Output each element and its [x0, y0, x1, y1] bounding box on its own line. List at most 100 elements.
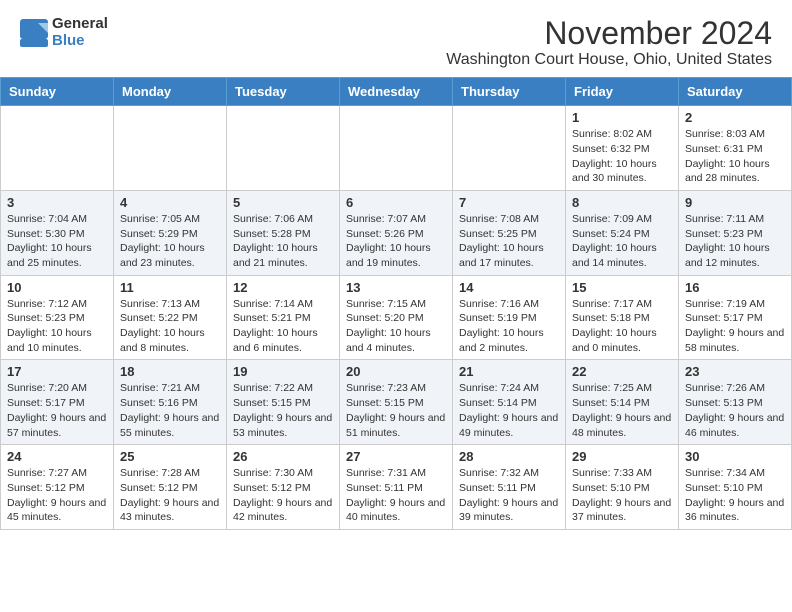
calendar-cell: [227, 106, 340, 191]
calendar-week-row: 17 Sunrise: 7:20 AM Sunset: 5:17 PM Dayli…: [1, 360, 792, 445]
day-number: 26: [233, 449, 333, 464]
day-info: Sunrise: 8:03 AM Sunset: 6:31 PM Dayligh…: [685, 127, 785, 186]
day-info: Sunrise: 7:33 AM Sunset: 5:10 PM Dayligh…: [572, 466, 672, 525]
day-number: 25: [120, 449, 220, 464]
day-info: Sunrise: 7:31 AM Sunset: 5:11 PM Dayligh…: [346, 466, 446, 525]
day-info: Sunrise: 7:21 AM Sunset: 5:16 PM Dayligh…: [120, 381, 220, 440]
title-block: November 2024 Washington Court House, Oh…: [446, 16, 772, 69]
day-info: Sunrise: 7:26 AM Sunset: 5:13 PM Dayligh…: [685, 381, 785, 440]
weekday-header: Thursday: [453, 78, 566, 106]
day-number: 20: [346, 364, 446, 379]
calendar-cell: 22 Sunrise: 7:25 AM Sunset: 5:14 PM Dayli…: [566, 360, 679, 445]
day-number: 27: [346, 449, 446, 464]
day-info: Sunrise: 7:19 AM Sunset: 5:17 PM Dayligh…: [685, 297, 785, 356]
logo-blue: Blue: [52, 33, 108, 50]
calendar-week-row: 24 Sunrise: 7:27 AM Sunset: 5:12 PM Dayli…: [1, 445, 792, 530]
day-number: 7: [459, 195, 559, 210]
day-number: 19: [233, 364, 333, 379]
day-info: Sunrise: 7:32 AM Sunset: 5:11 PM Dayligh…: [459, 466, 559, 525]
calendar-cell: 24 Sunrise: 7:27 AM Sunset: 5:12 PM Dayli…: [1, 445, 114, 530]
calendar-cell: 7 Sunrise: 7:08 AM Sunset: 5:25 PM Daylig…: [453, 190, 566, 275]
day-number: 24: [7, 449, 107, 464]
calendar-cell: 17 Sunrise: 7:20 AM Sunset: 5:17 PM Dayli…: [1, 360, 114, 445]
calendar-week-row: 1 Sunrise: 8:02 AM Sunset: 6:32 PM Daylig…: [1, 106, 792, 191]
day-info: Sunrise: 7:20 AM Sunset: 5:17 PM Dayligh…: [7, 381, 107, 440]
calendar-cell: 15 Sunrise: 7:17 AM Sunset: 5:18 PM Dayli…: [566, 275, 679, 360]
day-info: Sunrise: 7:05 AM Sunset: 5:29 PM Dayligh…: [120, 212, 220, 271]
logo-icon: [20, 19, 48, 47]
calendar-cell: 14 Sunrise: 7:16 AM Sunset: 5:19 PM Dayli…: [453, 275, 566, 360]
day-info: Sunrise: 7:30 AM Sunset: 5:12 PM Dayligh…: [233, 466, 333, 525]
month-title: November 2024: [446, 16, 772, 51]
calendar-cell: 9 Sunrise: 7:11 AM Sunset: 5:23 PM Daylig…: [679, 190, 792, 275]
day-info: Sunrise: 7:07 AM Sunset: 5:26 PM Dayligh…: [346, 212, 446, 271]
calendar-week-row: 10Sunrise: 7:12 AM Sunset: 5:23 PM Dayli…: [1, 275, 792, 360]
calendar-cell: 3Sunrise: 7:04 AM Sunset: 5:30 PM Daylig…: [1, 190, 114, 275]
day-number: 8: [572, 195, 672, 210]
weekday-header: Wednesday: [340, 78, 453, 106]
day-number: 29: [572, 449, 672, 464]
day-number: 14: [459, 280, 559, 295]
day-info: Sunrise: 7:14 AM Sunset: 5:21 PM Dayligh…: [233, 297, 333, 356]
location-subtitle: Washington Court House, Ohio, United Sta…: [446, 51, 772, 69]
day-number: 22: [572, 364, 672, 379]
day-info: Sunrise: 7:27 AM Sunset: 5:12 PM Dayligh…: [7, 466, 107, 525]
calendar-cell: 11 Sunrise: 7:13 AM Sunset: 5:22 PM Dayli…: [114, 275, 227, 360]
day-info: Sunrise: 7:22 AM Sunset: 5:15 PM Dayligh…: [233, 381, 333, 440]
day-number: 5: [233, 195, 333, 210]
calendar-cell: 27 Sunrise: 7:31 AM Sunset: 5:11 PM Dayli…: [340, 445, 453, 530]
calendar-cell: [340, 106, 453, 191]
day-info: Sunrise: 7:25 AM Sunset: 5:14 PM Dayligh…: [572, 381, 672, 440]
day-number: 30: [685, 449, 785, 464]
calendar-cell: 20Sunrise: 7:23 AM Sunset: 5:15 PM Dayli…: [340, 360, 453, 445]
calendar-cell: 26 Sunrise: 7:30 AM Sunset: 5:12 PM Dayli…: [227, 445, 340, 530]
day-info: Sunrise: 7:17 AM Sunset: 5:18 PM Dayligh…: [572, 297, 672, 356]
calendar-cell: 8Sunrise: 7:09 AM Sunset: 5:24 PM Daylig…: [566, 190, 679, 275]
day-number: 9: [685, 195, 785, 210]
calendar-cell: 1 Sunrise: 8:02 AM Sunset: 6:32 PM Daylig…: [566, 106, 679, 191]
weekday-header: Monday: [114, 78, 227, 106]
day-number: 21: [459, 364, 559, 379]
calendar-cell: 6 Sunrise: 7:07 AM Sunset: 5:26 PM Daylig…: [340, 190, 453, 275]
day-number: 13: [346, 280, 446, 295]
weekday-header: Friday: [566, 78, 679, 106]
weekday-header-row: SundayMondayTuesdayWednesdayThursdayFrid…: [1, 78, 792, 106]
calendar-cell: 28Sunrise: 7:32 AM Sunset: 5:11 PM Dayli…: [453, 445, 566, 530]
calendar-cell: 12 Sunrise: 7:14 AM Sunset: 5:21 PM Dayli…: [227, 275, 340, 360]
day-number: 1: [572, 110, 672, 125]
day-info: Sunrise: 7:08 AM Sunset: 5:25 PM Dayligh…: [459, 212, 559, 271]
day-number: 4: [120, 195, 220, 210]
day-number: 11: [120, 280, 220, 295]
calendar-cell: 2Sunrise: 8:03 AM Sunset: 6:31 PM Daylig…: [679, 106, 792, 191]
day-info: Sunrise: 7:34 AM Sunset: 5:10 PM Dayligh…: [685, 466, 785, 525]
day-number: 15: [572, 280, 672, 295]
day-info: Sunrise: 7:13 AM Sunset: 5:22 PM Dayligh…: [120, 297, 220, 356]
calendar: SundayMondayTuesdayWednesdayThursdayFrid…: [0, 77, 792, 530]
calendar-cell: 23Sunrise: 7:26 AM Sunset: 5:13 PM Dayli…: [679, 360, 792, 445]
day-number: 12: [233, 280, 333, 295]
calendar-cell: 13Sunrise: 7:15 AM Sunset: 5:20 PM Dayli…: [340, 275, 453, 360]
logo: General Blue: [20, 16, 108, 49]
day-info: Sunrise: 7:16 AM Sunset: 5:19 PM Dayligh…: [459, 297, 559, 356]
calendar-cell: [453, 106, 566, 191]
day-info: Sunrise: 7:12 AM Sunset: 5:23 PM Dayligh…: [7, 297, 107, 356]
day-number: 17: [7, 364, 107, 379]
calendar-cell: 10Sunrise: 7:12 AM Sunset: 5:23 PM Dayli…: [1, 275, 114, 360]
calendar-cell: 18Sunrise: 7:21 AM Sunset: 5:16 PM Dayli…: [114, 360, 227, 445]
day-info: Sunrise: 7:24 AM Sunset: 5:14 PM Dayligh…: [459, 381, 559, 440]
logo-general: General: [52, 16, 108, 33]
day-number: 3: [7, 195, 107, 210]
calendar-cell: [114, 106, 227, 191]
calendar-cell: 5Sunrise: 7:06 AM Sunset: 5:28 PM Daylig…: [227, 190, 340, 275]
day-info: Sunrise: 7:11 AM Sunset: 5:23 PM Dayligh…: [685, 212, 785, 271]
weekday-header: Sunday: [1, 78, 114, 106]
weekday-header: Tuesday: [227, 78, 340, 106]
weekday-header: Saturday: [679, 78, 792, 106]
day-info: Sunrise: 7:28 AM Sunset: 5:12 PM Dayligh…: [120, 466, 220, 525]
day-number: 6: [346, 195, 446, 210]
calendar-cell: 29 Sunrise: 7:33 AM Sunset: 5:10 PM Dayli…: [566, 445, 679, 530]
calendar-cell: 21 Sunrise: 7:24 AM Sunset: 5:14 PM Dayli…: [453, 360, 566, 445]
day-number: 16: [685, 280, 785, 295]
day-info: Sunrise: 8:02 AM Sunset: 6:32 PM Dayligh…: [572, 127, 672, 186]
calendar-cell: 25 Sunrise: 7:28 AM Sunset: 5:12 PM Dayli…: [114, 445, 227, 530]
